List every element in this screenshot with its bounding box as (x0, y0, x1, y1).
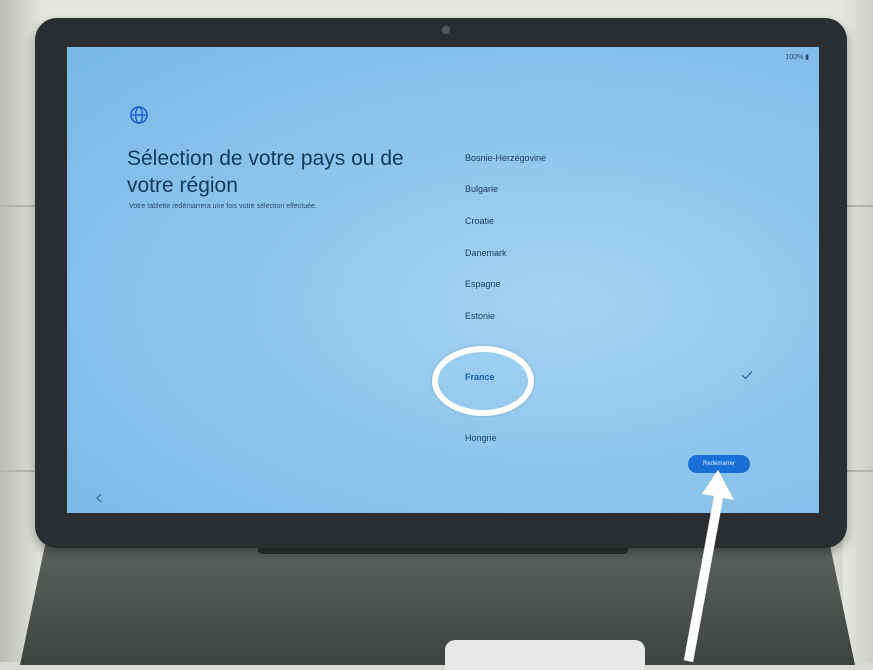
battery-status: 100% ▮ (785, 54, 809, 61)
check-icon (741, 371, 753, 380)
list-item[interactable]: Hongrie (465, 433, 497, 443)
list-item[interactable]: Bulgarie (465, 184, 498, 194)
wall-left (0, 0, 40, 662)
list-item[interactable]: Espagne (465, 279, 501, 289)
globe-icon (130, 106, 148, 124)
foreground-object (445, 640, 645, 670)
list-item[interactable]: Estonie (465, 311, 495, 321)
list-item[interactable]: Danemark (465, 248, 507, 258)
annotation-arrow-icon (683, 470, 735, 662)
list-item[interactable]: Croatie (465, 216, 494, 226)
page-subtitle: Votre tablette redémarrera une fois votr… (129, 203, 317, 210)
front-camera (442, 26, 450, 34)
annotation-circle (432, 346, 534, 416)
tablet-screen: 100% ▮ Sélection de votre pays ou de vot… (67, 47, 819, 513)
wall-right (843, 0, 873, 662)
back-arrow-icon[interactable] (95, 493, 103, 503)
list-item[interactable]: Bosnie-Herzégovine (465, 153, 546, 163)
page-title: Sélection de votre pays ou de votre régi… (127, 147, 404, 197)
